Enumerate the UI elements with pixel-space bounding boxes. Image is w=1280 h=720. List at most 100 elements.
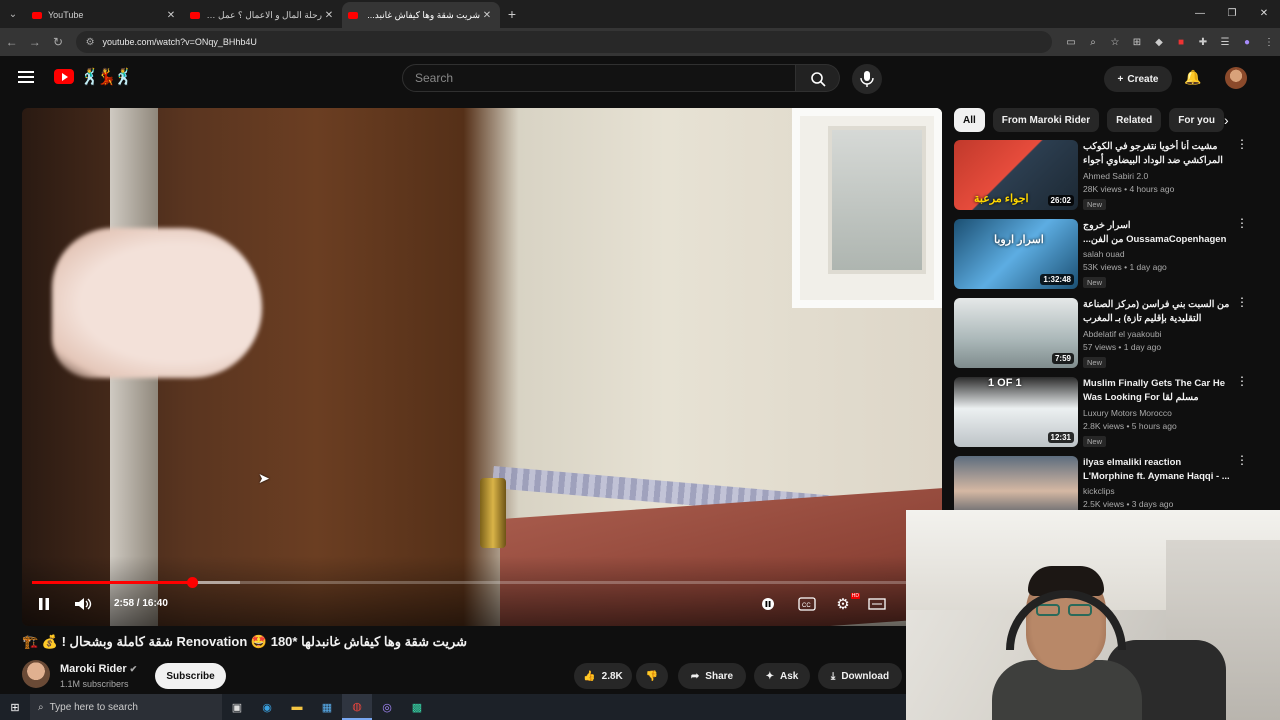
dislike-button[interactable]: 👎 — [636, 663, 668, 689]
share-button[interactable]: ➦ Share — [678, 663, 746, 689]
recommendation-channel[interactable]: Abdelatif el yaakoubi — [1083, 329, 1233, 339]
browser-tab-youtube[interactable]: YouTube ✕ — [26, 2, 184, 28]
chip-all[interactable]: All — [954, 108, 985, 132]
tab-search-button[interactable]: ⌄ — [0, 3, 26, 25]
minimize-icon[interactable]: — — [1184, 0, 1216, 28]
extension-red-icon[interactable]: ■ — [1170, 37, 1192, 48]
menu-kebab-icon[interactable]: ⋮ — [1258, 37, 1280, 48]
progress-fill — [32, 581, 193, 584]
search-input[interactable]: Search — [402, 64, 796, 92]
create-button[interactable]: + Create — [1104, 66, 1172, 92]
thumbnail-text: اجواء مرعبة — [974, 193, 1029, 205]
volume-button[interactable] — [72, 593, 94, 615]
windows-start-icon[interactable]: ⊞ — [0, 694, 30, 720]
recommendation-channel[interactable]: salah ouad — [1083, 249, 1233, 259]
extension-diamond-icon[interactable]: ◆ — [1148, 37, 1170, 48]
close-window-icon[interactable]: ✕ — [1248, 0, 1280, 28]
tab-close-icon[interactable]: ✕ — [322, 10, 336, 21]
browser-tab-2[interactable]: رحلة المال و الاعمال ؟ عمل جديد ✕ — [184, 2, 342, 28]
captions-button[interactable]: CC — [796, 593, 818, 615]
webcam-overlay — [906, 510, 1280, 720]
channel-avatar[interactable] — [22, 660, 50, 688]
like-count: 2.8K — [601, 670, 623, 682]
video-title: شريت شقة وها كيفاش غانبدلها *180 🤩 Renov… — [22, 634, 468, 649]
subscribe-button[interactable]: Subscribe — [155, 663, 226, 689]
tab-close-icon[interactable]: ✕ — [164, 10, 178, 21]
autoplay-toggle[interactable] — [758, 593, 778, 615]
address-bar[interactable]: ⚙ youtube.com/watch?v=ONqy_BHhb4U — [75, 31, 1052, 53]
recommendation-item[interactable]: 7:59 من السبت بني فراسن (مركز الصناعة ال… — [954, 296, 1254, 370]
profile-icon[interactable]: ● — [1236, 37, 1258, 48]
site-info-icon[interactable]: ⚙ — [86, 37, 95, 48]
edge-browser-icon[interactable]: ◉ — [252, 694, 282, 720]
recommendation-item[interactable]: اجواء مرعبة 26:02 مشيت أنا أخويا نتفرجو … — [954, 138, 1254, 212]
more-options-icon[interactable]: ⋮ — [1236, 375, 1248, 387]
video-player[interactable]: ➤ 2:58 / 16:40 CC ⚙ HD — [22, 108, 942, 626]
chip-related[interactable]: Related — [1107, 108, 1162, 132]
video-thumbnail[interactable]: اسرار اروبا 1:32:48 — [954, 219, 1078, 289]
youtube-logo-icon[interactable] — [54, 69, 74, 84]
zoom-icon[interactable]: ⌕ — [1082, 37, 1104, 48]
reload-icon[interactable]: ↻ — [46, 35, 69, 49]
chrome-icon[interactable]: ◍ — [342, 694, 372, 720]
bookmark-star-icon[interactable]: ☆ — [1104, 37, 1126, 48]
video-thumbnail[interactable]: 7:59 — [954, 298, 1078, 368]
download-button[interactable]: ⤓ Download — [818, 663, 902, 689]
settings-button[interactable]: ⚙ HD — [832, 593, 860, 615]
theater-mode-button[interactable] — [866, 593, 888, 615]
tab-close-icon[interactable]: ✕ — [480, 10, 494, 21]
more-options-icon[interactable]: ⋮ — [1236, 296, 1248, 308]
more-options-icon[interactable]: ⋮ — [1236, 138, 1248, 150]
duration-badge: 26:02 — [1047, 195, 1074, 206]
recommendation-item[interactable]: 1 OF 1 12:31 Muslim Finally Gets The Car… — [954, 375, 1254, 449]
chip-for-you[interactable]: For you — [1169, 108, 1224, 132]
recommendation-channel[interactable]: Ahmed Sabiri 2.0 — [1083, 171, 1233, 181]
obs-icon[interactable]: ◎ — [372, 694, 402, 720]
forward-icon[interactable]: → — [23, 35, 46, 49]
progress-bar[interactable] — [32, 577, 932, 588]
video-thumbnail[interactable]: 1 OF 1 12:31 — [954, 377, 1078, 447]
translate-icon[interactable]: ⊞ — [1126, 37, 1148, 48]
recommendation-title[interactable]: ilyas elmaliki reaction L'Morphine ft. A… — [1083, 456, 1233, 484]
new-tab-button[interactable]: + — [500, 6, 524, 22]
taskbar-search-input[interactable]: ⌕ Type here to search — [30, 694, 222, 720]
file-explorer-icon[interactable]: ▬ — [282, 694, 312, 720]
task-view-icon[interactable]: ▣ — [222, 694, 252, 720]
reading-list-icon[interactable]: ☰ — [1214, 37, 1236, 48]
recommendation-title[interactable]: اسرار خروج OussamaCopenhagen من الفن... — [1083, 219, 1233, 247]
cast-icon[interactable]: ▭ — [1060, 37, 1082, 48]
app-green-icon[interactable]: ▩ — [402, 694, 432, 720]
recommendation-channel[interactable]: kickclips — [1083, 486, 1233, 496]
window-controls: — ❐ ✕ — [1184, 0, 1280, 28]
pause-button[interactable] — [34, 593, 54, 615]
recommendation-channel[interactable]: Luxury Motors Morocco — [1083, 408, 1233, 418]
voice-search-button[interactable] — [852, 64, 882, 94]
thumbs-down-icon: 👎 — [645, 670, 659, 682]
logo-doodle-icon[interactable]: 🕺💃🕺 — [80, 67, 134, 87]
notifications-bell-icon[interactable]: 🔔 — [1184, 69, 1201, 86]
recommendation-item[interactable]: اسرار اروبا 1:32:48 اسرار خروج OussamaCo… — [954, 217, 1254, 291]
search-button[interactable] — [796, 64, 840, 92]
recommendation-title[interactable]: مشيت أنا أخويا نتفرجو في الكوكب المراكشي… — [1083, 140, 1233, 169]
more-options-icon[interactable]: ⋮ — [1236, 217, 1248, 229]
recommendation-title[interactable]: Muslim Finally Gets The Car He Was Looki… — [1083, 377, 1233, 406]
thumbnail-text: اسرار اروبا — [994, 234, 1044, 246]
ask-button[interactable]: ✦ Ask — [754, 663, 810, 689]
channel-name[interactable]: Maroki Rider — [60, 663, 127, 675]
extensions-puzzle-icon[interactable]: ✚ — [1192, 37, 1214, 48]
chip-from-channel[interactable]: From Maroki Rider — [992, 108, 1100, 132]
chevron-right-icon[interactable]: › — [1224, 112, 1229, 128]
browser-toolbar: ← → ↻ ⚙ youtube.com/watch?v=ONqy_BHhb4U … — [0, 28, 1280, 56]
more-options-icon[interactable]: ⋮ — [1236, 454, 1248, 466]
account-avatar[interactable] — [1225, 67, 1247, 89]
store-icon[interactable]: ▦ — [312, 694, 342, 720]
search-icon: ⌕ — [38, 701, 44, 713]
restore-icon[interactable]: ❐ — [1216, 0, 1248, 28]
recommendation-title[interactable]: من السبت بني فراسن (مركز الصناعة التقليد… — [1083, 298, 1233, 327]
back-icon[interactable]: ← — [0, 35, 23, 49]
channel-name-row[interactable]: Maroki Rider ✔ — [60, 663, 137, 675]
video-thumbnail[interactable]: اجواء مرعبة 26:02 — [954, 140, 1078, 210]
hamburger-menu-icon[interactable] — [18, 71, 34, 86]
browser-tab-active[interactable]: شريت شقة وها كيفاش غانبد... ✕ — [342, 2, 500, 28]
like-button[interactable]: 👍 2.8K — [574, 663, 632, 689]
